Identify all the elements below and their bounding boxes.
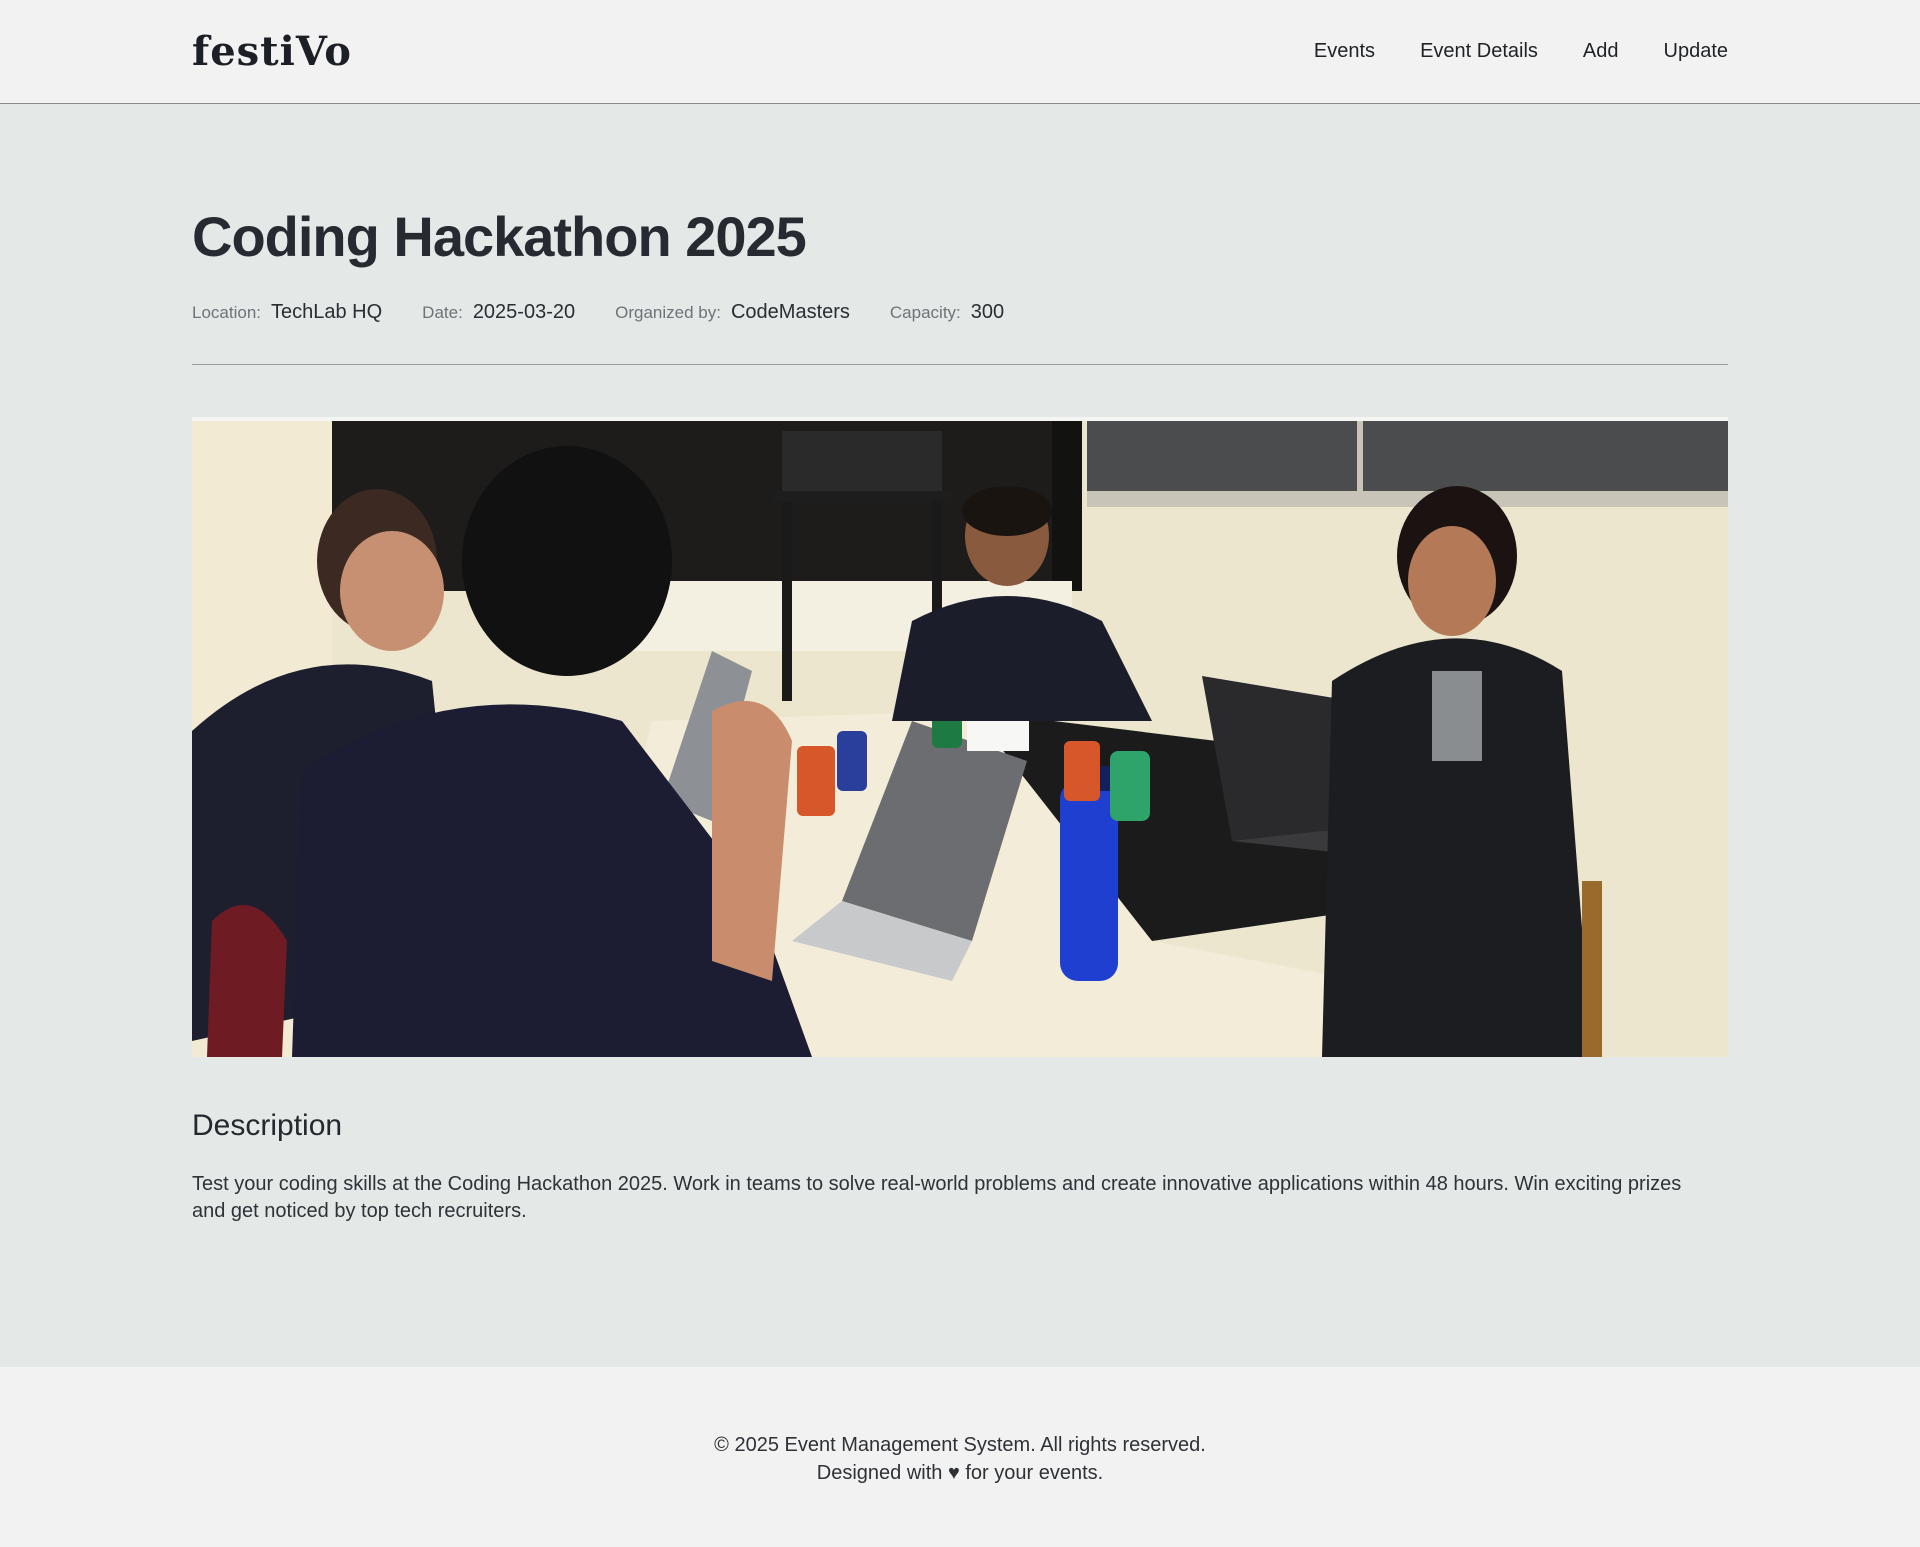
meta-capacity-label: Capacity: [889, 303, 961, 322]
meta-date: Date: 2025-03-20 [422, 301, 575, 324]
site-footer: © 2025 Event Management System. All righ… [0, 1367, 1920, 1547]
meta-date-value: 2025-03-20 [472, 301, 576, 323]
event-meta: Location: TechLab HQ Date: 2025-03-20 Or… [192, 301, 1728, 324]
nav-event-details[interactable]: Event Details [1420, 40, 1538, 63]
event-photo-illustration [192, 421, 1728, 1057]
event-title: Coding Hackathon 2025 [192, 205, 807, 268]
meta-organizer-label: Organized by: [615, 303, 721, 322]
nav-events[interactable]: Events [1314, 40, 1375, 63]
nav-add[interactable]: Add [1583, 40, 1619, 63]
nav-update[interactable]: Update [1664, 40, 1729, 63]
meta-location-label: Location: [192, 303, 261, 322]
meta-divider [192, 364, 1728, 365]
footer-copyright: © 2025 Event Management System. All righ… [714, 1434, 1206, 1456]
meta-date-label: Date: [422, 303, 463, 322]
meta-organizer-value: CodeMasters [730, 301, 850, 323]
site-header: festiVo Events Event Details Add Update [0, 0, 1920, 104]
event-image [192, 417, 1728, 1057]
footer-tagline: Designed with ♥ for your events. [816, 1462, 1104, 1484]
description-heading: Description [192, 1109, 343, 1142]
main-nav: Events Event Details Add Update [1314, 40, 1728, 63]
meta-location: Location: TechLab HQ [192, 301, 382, 324]
site-logo[interactable]: festiVo [192, 28, 352, 75]
meta-organizer: Organized by: CodeMasters [615, 301, 850, 324]
event-detail-main: Coding Hackathon 2025 Location: TechLab … [0, 104, 1920, 1367]
meta-location-value: TechLab HQ [271, 301, 383, 323]
event-description: Test your coding skills at the Coding Ha… [192, 1173, 1682, 1222]
meta-capacity-value: 300 [970, 301, 1005, 323]
meta-capacity: Capacity: 300 [890, 301, 1004, 324]
